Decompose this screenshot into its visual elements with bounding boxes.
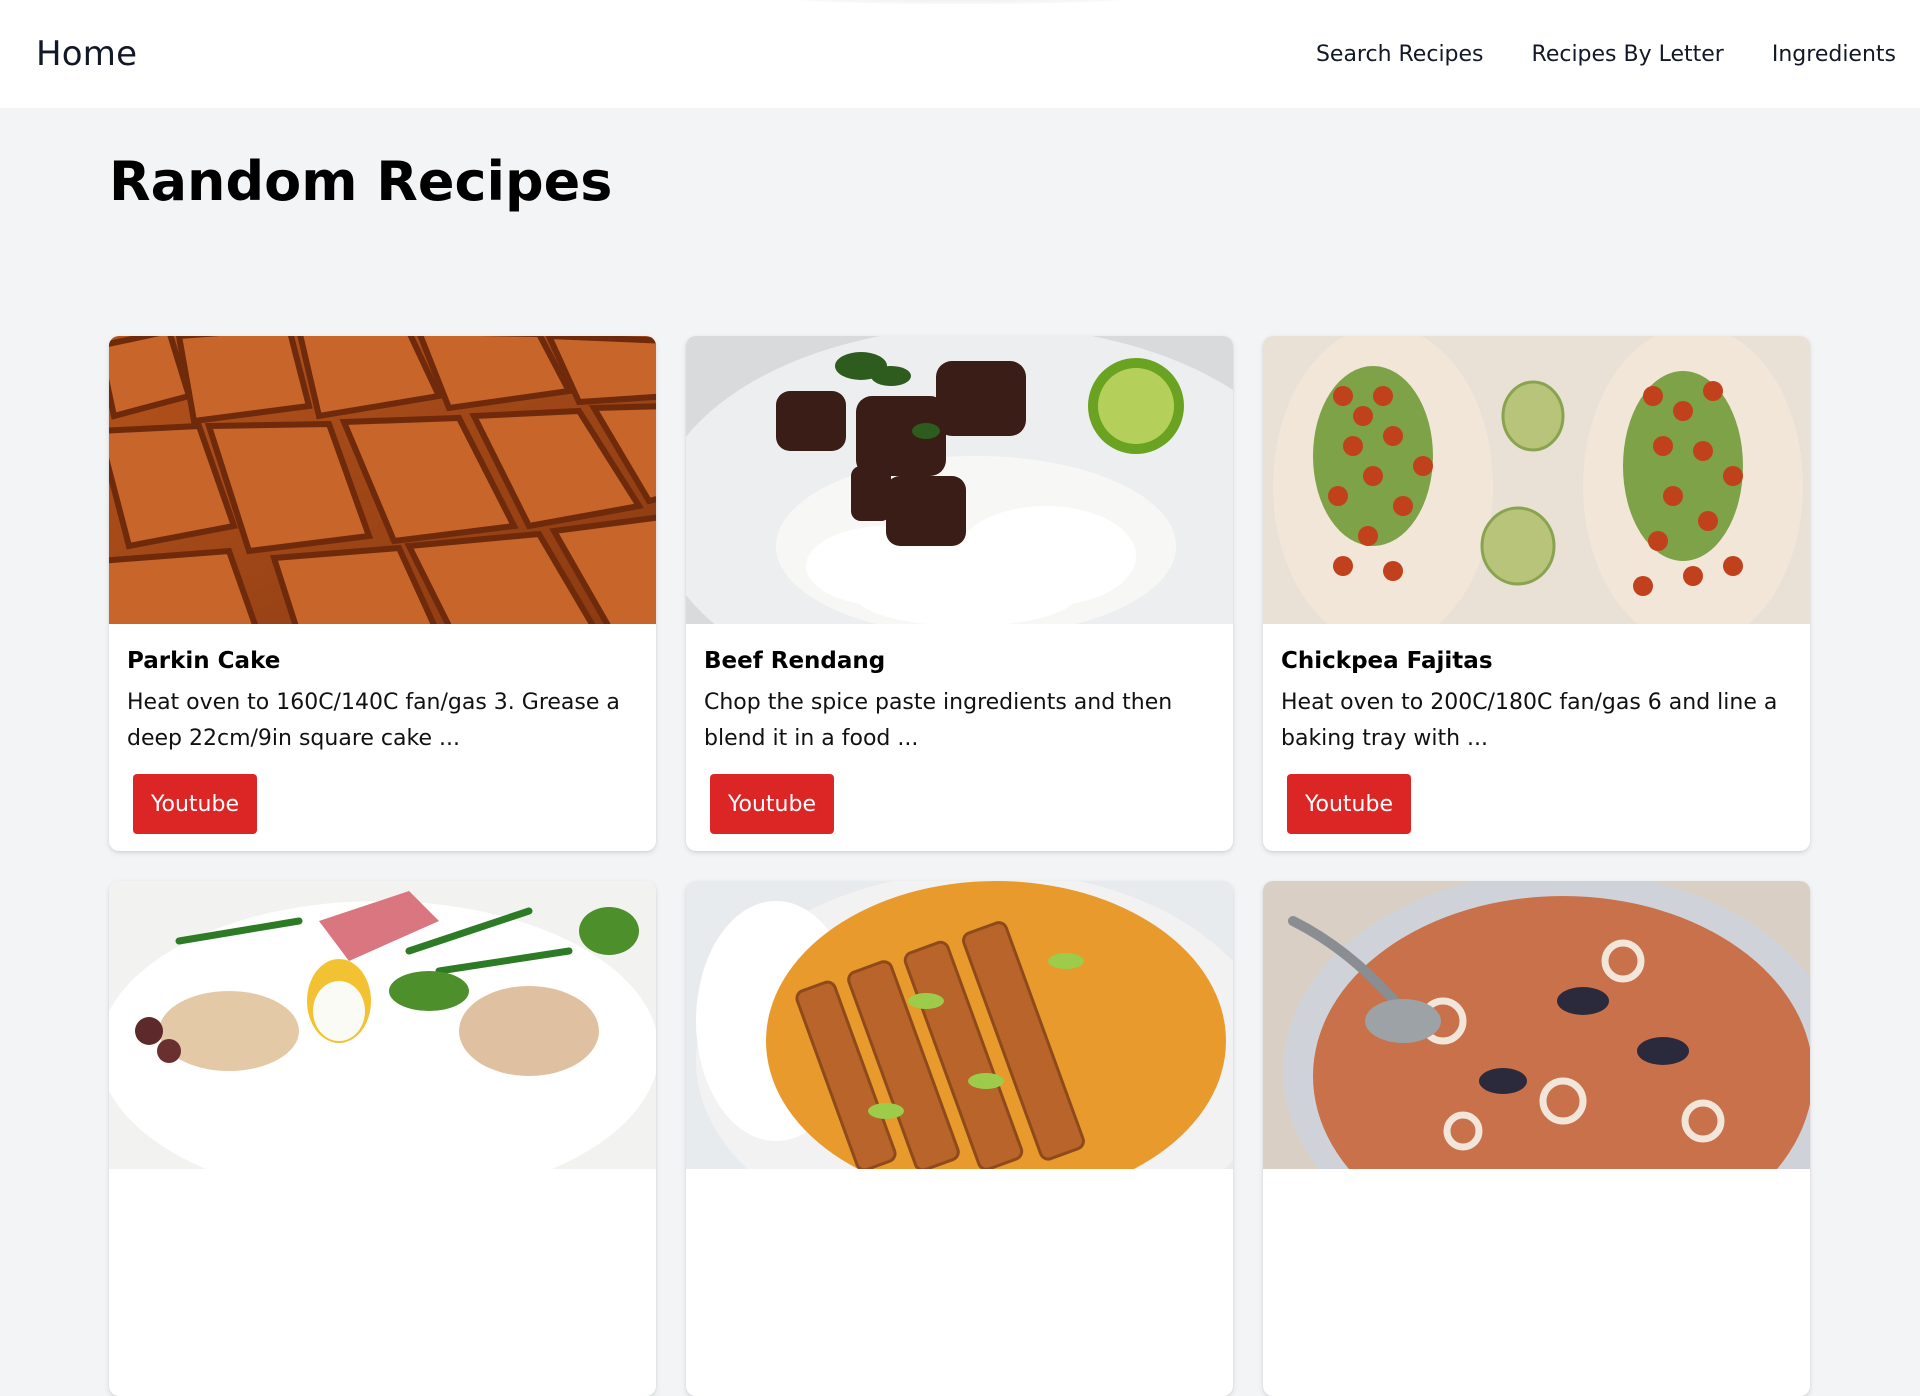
home-link[interactable]: Home xyxy=(36,34,137,74)
beef-rendang-photo xyxy=(686,336,1233,624)
recipe-grid: Parkin Cake Heat oven to 160C/140C fan/g… xyxy=(109,336,1811,1396)
recipe-image[interactable] xyxy=(686,336,1233,624)
card-body: Parkin Cake Heat oven to 160C/140C fan/g… xyxy=(109,624,656,757)
top-navbar: Home Search Recipes Recipes By Letter In… xyxy=(0,0,1920,108)
youtube-button[interactable]: Youtube xyxy=(1287,774,1411,834)
chickpea-fajitas-photo xyxy=(1263,336,1810,624)
recipe-card: Chickpea Fajitas Heat oven to 200C/180C … xyxy=(1263,336,1810,851)
main-nav: Search Recipes Recipes By Letter Ingredi… xyxy=(1316,42,1896,67)
parkin-cake-photo xyxy=(109,336,656,624)
recipe-description: Heat oven to 200C/180C fan/gas 6 and lin… xyxy=(1281,690,1778,752)
recipe-image[interactable] xyxy=(109,881,656,1169)
recipe-description: Heat oven to 160C/140C fan/gas 3. Grease… xyxy=(127,690,620,752)
nav-recipes-by-letter[interactable]: Recipes By Letter xyxy=(1532,42,1724,67)
recipe-card: Beef Rendang Chop the spice paste ingred… xyxy=(686,336,1233,851)
recipe-title: Parkin Cake xyxy=(127,648,281,674)
recipe-title: Beef Rendang xyxy=(704,648,886,674)
card-body: Chickpea Fajitas Heat oven to 200C/180C … xyxy=(1263,624,1810,757)
recipe-title: Chickpea Fajitas xyxy=(1281,648,1493,674)
recipe-image[interactable] xyxy=(1263,336,1810,624)
recipe-card: Parkin Cake Heat oven to 160C/140C fan/g… xyxy=(109,336,656,851)
recipe-card xyxy=(1263,881,1810,1396)
youtube-button[interactable]: Youtube xyxy=(710,774,834,834)
page-title: Random Recipes xyxy=(109,150,613,213)
recipe-card xyxy=(686,881,1233,1396)
card-body: Beef Rendang Chop the spice paste ingred… xyxy=(686,624,1233,757)
recipe-card xyxy=(109,881,656,1396)
recipe-image[interactable] xyxy=(109,336,656,624)
youtube-button[interactable]: Youtube xyxy=(133,774,257,834)
nicoise-salad-photo xyxy=(109,881,656,1169)
seafood-soup-photo xyxy=(1263,881,1810,1169)
katsu-curry-photo xyxy=(686,881,1233,1169)
recipe-image[interactable] xyxy=(1263,881,1810,1169)
header-shadow xyxy=(780,0,1140,4)
nav-search-recipes[interactable]: Search Recipes xyxy=(1316,42,1484,67)
recipe-description: Chop the spice paste ingredients and the… xyxy=(704,690,1173,752)
recipe-image[interactable] xyxy=(686,881,1233,1169)
nav-ingredients[interactable]: Ingredients xyxy=(1772,42,1896,67)
